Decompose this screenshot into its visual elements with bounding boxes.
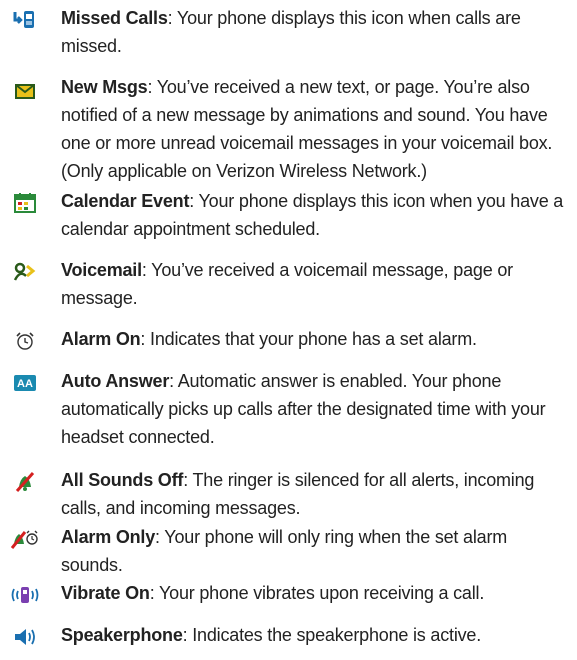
entry-term: Auto Answer [61,371,170,391]
entry-text: Voicemail: You’ve received a voicemail m… [61,256,571,312]
entry-term: Calendar Event [61,191,190,211]
entry-desc: : Indicates the speakerphone is active. [182,625,482,645]
entry-term: All Sounds Off [61,470,184,490]
entry-text: Missed Calls: Your phone displays this i… [61,4,571,60]
entry-term: Speakerphone [61,625,183,645]
entry-term: Vibrate On [61,583,150,603]
entry-text: Calendar Event: Your phone displays this… [61,187,571,243]
entry-desc: : Indicates that your phone has a set al… [140,329,477,349]
svg-text:AA: AA [17,378,33,390]
calendar-icon [10,190,40,216]
entry-text: All Sounds Off: The ringer is silenced f… [61,466,571,522]
entry-term: Alarm On [61,329,141,349]
entry-term: Voicemail [61,260,142,280]
entry-term: Missed Calls [61,8,168,28]
entry-text: Alarm Only: Your phone will only ring wh… [61,523,571,579]
alarm-only-icon [10,526,40,552]
entry-text: Speakerphone: Indicates the speakerphone… [61,621,571,649]
entry-text: New Msgs: You’ve received a new text, or… [61,73,571,185]
auto-answer-icon: AA [10,370,40,396]
entry-desc: : Your phone vibrates upon receiving a c… [149,583,485,603]
entry-text: Alarm On: Indicates that your phone has … [61,325,571,353]
speakerphone-icon [10,624,40,650]
missed-calls-icon [10,6,40,32]
sounds-off-icon [10,469,40,495]
entry-term: New Msgs [61,77,148,97]
vibrate-icon [10,582,40,608]
entry-text: Auto Answer: Automatic answer is enabled… [61,367,571,451]
entry-text: Vibrate On: Your phone vibrates upon rec… [61,579,571,607]
alarm-clock-icon [10,328,40,354]
voicemail-icon [10,259,40,285]
envelope-icon [10,78,40,104]
entry-term: Alarm Only [61,527,156,547]
